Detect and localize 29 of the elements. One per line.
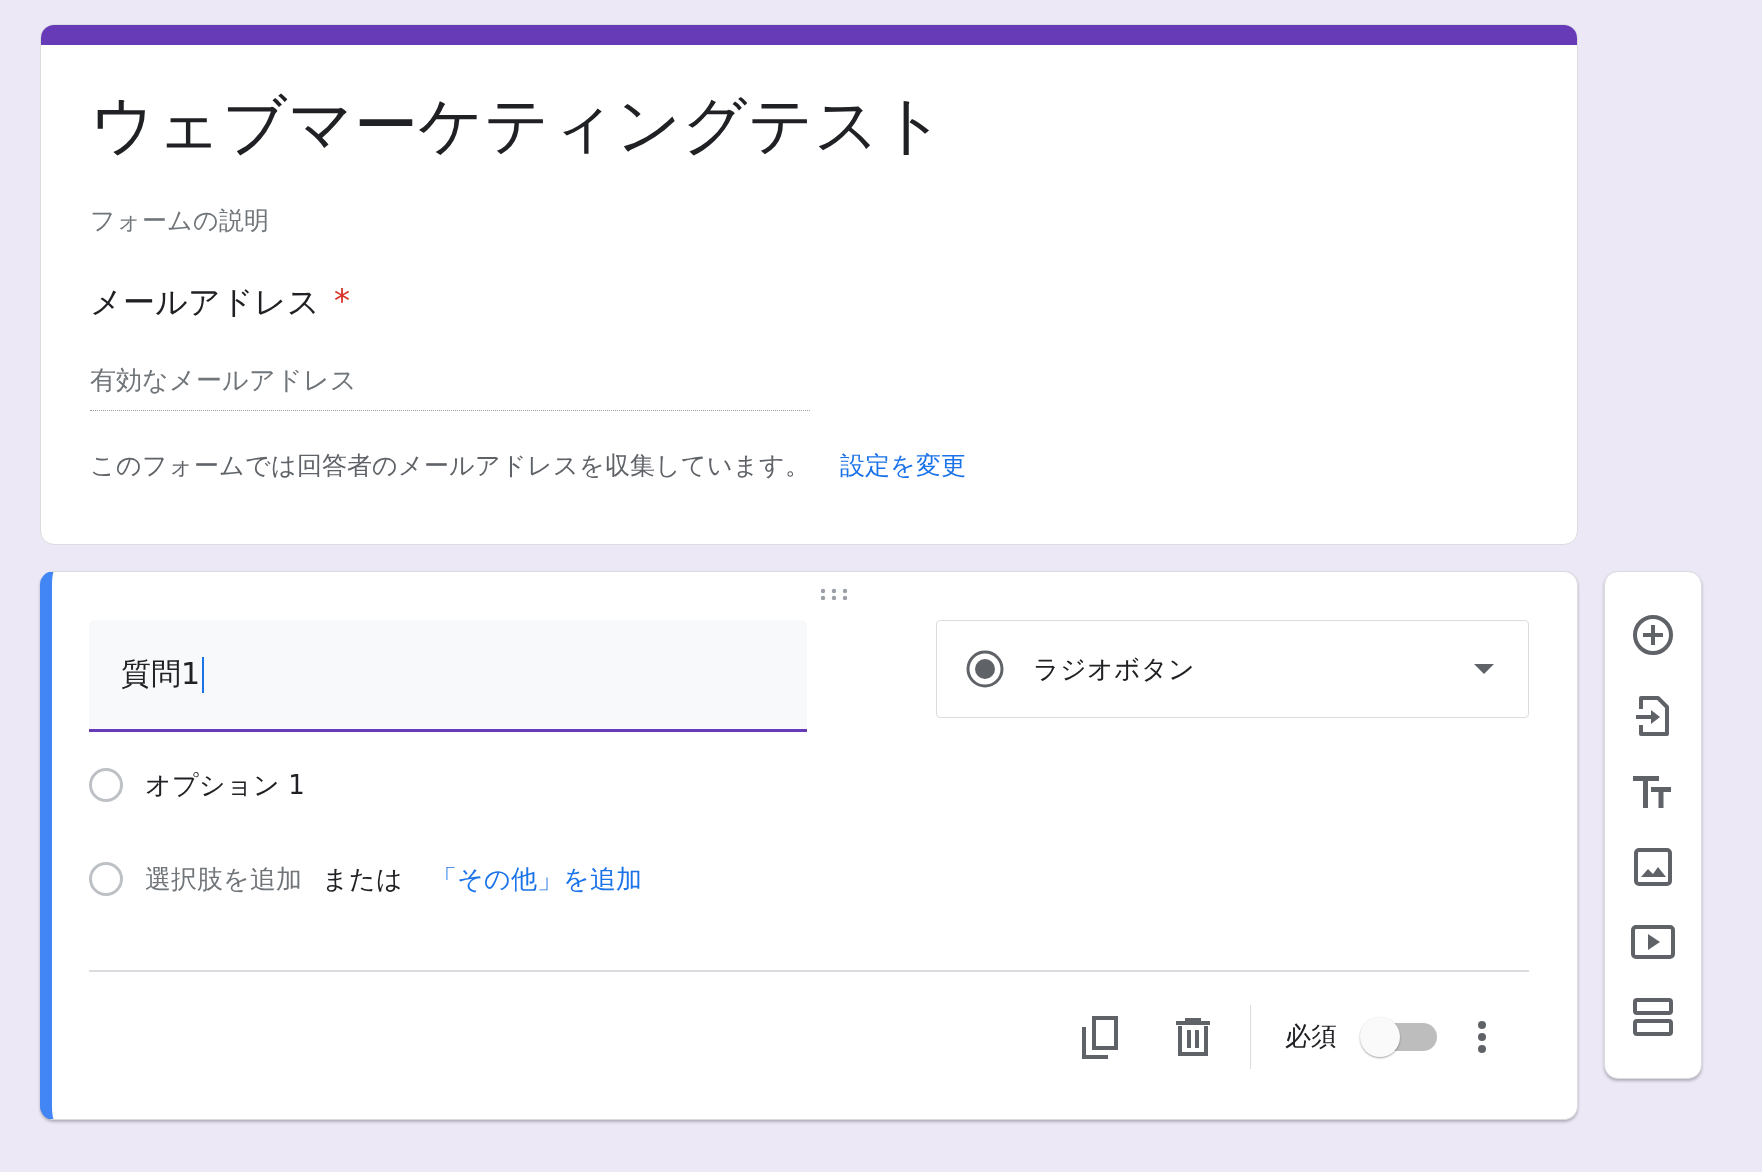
radio-circle [89, 862, 123, 896]
required-toggle[interactable] [1359, 1015, 1437, 1058]
image-icon[interactable] [1634, 847, 1672, 886]
form-title[interactable]: ウェブマーケティングテスト [90, 87, 946, 164]
copy-icon[interactable] [1079, 1014, 1120, 1059]
option-label[interactable]: オプション 1 [145, 767, 305, 803]
more-options-icon[interactable] [1477, 1019, 1487, 1054]
file-import-icon[interactable] [1636, 695, 1670, 737]
dropdown-caret-icon [1474, 664, 1494, 674]
required-label: 必須 [1285, 1020, 1337, 1053]
drag-handle-icon[interactable] [820, 588, 848, 600]
section-icon[interactable] [1633, 998, 1673, 1037]
radio-circle [89, 768, 123, 802]
add-other-link[interactable]: 「その他」を追加 [431, 861, 642, 897]
text-size-icon[interactable] [1633, 776, 1673, 809]
add-circle-icon[interactable] [1632, 613, 1674, 656]
change-settings-link[interactable]: 設定を変更 [840, 448, 966, 482]
email-field: 有効なメールアドレス [90, 362, 810, 411]
question-type-dropdown[interactable]: ラジオボタン [936, 620, 1529, 718]
required-asterisk: * [334, 280, 350, 321]
form-description-field[interactable]: フォームの説明 [90, 203, 269, 237]
add-option-text[interactable]: 選択肢を追加 [145, 861, 302, 897]
or-text: または [322, 862, 403, 896]
radio-button-icon [965, 649, 1005, 689]
email-label: メールアドレス [90, 281, 320, 323]
video-icon[interactable] [1631, 924, 1675, 959]
question-title-field[interactable]: 質問1 [89, 620, 807, 732]
email-collection-note: このフォームでは回答者のメールアドレスを収集しています。 [90, 449, 810, 482]
trash-icon[interactable] [1175, 1017, 1210, 1056]
